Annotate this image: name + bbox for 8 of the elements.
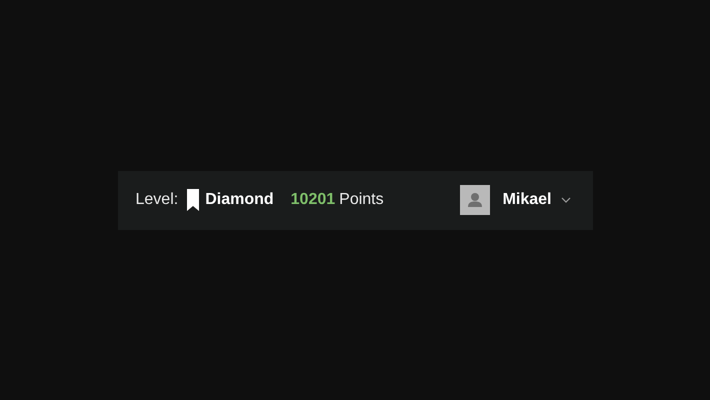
bookmark-icon [187,189,200,211]
points-label: Points [339,191,384,209]
user-menu-button[interactable]: Mikael [502,191,552,209]
avatar-icon [460,185,490,215]
caret-icon[interactable] [560,197,570,203]
level-label: Level: [136,191,178,209]
level-name: Diamond [205,191,274,209]
points-value: 10201 [290,191,336,209]
